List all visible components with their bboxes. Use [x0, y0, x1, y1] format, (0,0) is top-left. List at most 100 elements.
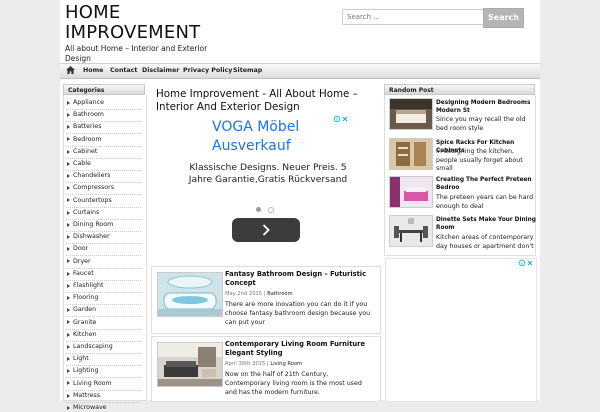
category-divider	[66, 255, 141, 257]
category-divider	[66, 328, 141, 330]
category-divider	[66, 109, 141, 110]
sidebar-ad[interactable]	[385, 258, 537, 402]
post-meta: May 2nd 2015 | Bathroom	[225, 291, 293, 297]
random-post-excerpt: In designing the kitchen, people usually…	[436, 148, 523, 172]
random-post-thumbnail[interactable]	[389, 176, 433, 208]
chevron-right-icon	[67, 344, 70, 349]
category-divider	[66, 133, 141, 135]
category-link[interactable]: Batteries	[73, 123, 101, 131]
chevron-right-icon	[67, 149, 70, 154]
chevron-right-icon	[67, 186, 70, 191]
category-link[interactable]: Compressors	[73, 184, 114, 192]
chevron-right-icon	[67, 332, 70, 337]
ad-next-button[interactable]	[232, 218, 300, 242]
category-divider	[66, 340, 141, 342]
category-link[interactable]: Bedroom	[73, 136, 101, 144]
category-divider	[66, 170, 141, 171]
category-link[interactable]: Kitchen	[73, 331, 97, 339]
chevron-right-icon	[67, 113, 70, 117]
category-divider	[66, 231, 141, 232]
category-link[interactable]: Landscaping	[73, 343, 113, 351]
random-post-thumbnail[interactable]	[389, 98, 433, 130]
category-link[interactable]: Dining Room	[73, 221, 113, 229]
category-link[interactable]: Flooring	[73, 294, 98, 302]
category-link[interactable]: Cabinet	[73, 148, 97, 156]
chevron-right-icon	[67, 222, 70, 227]
post-thumbnail[interactable]	[157, 342, 223, 387]
category-divider	[66, 304, 141, 306]
search-button[interactable]: Search	[483, 8, 524, 28]
category-link[interactable]: Faucet	[73, 270, 94, 278]
category-link[interactable]: Light	[73, 355, 89, 363]
category-link[interactable]: Dishwasher	[73, 233, 110, 241]
category-link[interactable]: Bathroom	[73, 111, 104, 119]
random-post-title[interactable]: Dinette Sets Make Your Dining Room	[436, 216, 536, 232]
chevron-right-icon	[67, 357, 70, 361]
ad-title[interactable]: VOGA Möbel Ausverkauf	[212, 118, 360, 156]
home-icon[interactable]	[66, 66, 75, 74]
category-divider	[66, 121, 141, 123]
category-link[interactable]: Appliance	[73, 99, 104, 107]
category-link[interactable]: Chandeliers	[73, 172, 110, 180]
chevron-right-icon	[67, 161, 70, 166]
category-link[interactable]: Garden	[73, 306, 96, 314]
category-divider	[66, 292, 141, 293]
chevron-right-icon	[67, 308, 70, 313]
chevron-right-icon	[67, 393, 70, 398]
chevron-right-icon	[67, 235, 70, 239]
chevron-right-icon	[67, 198, 70, 203]
site-title-line2: IMPROVEMENT	[65, 22, 201, 43]
random-post-title[interactable]: Designing Modern Bedrooms Modern St	[436, 99, 536, 115]
category-link[interactable]: Cable	[73, 160, 91, 168]
chevron-right-icon	[67, 259, 70, 264]
random-post-excerpt: Kitchen areas of contemporary day houses…	[436, 234, 534, 250]
category-divider	[66, 157, 141, 159]
category-link[interactable]: Lighting	[73, 367, 98, 375]
category-divider	[66, 194, 141, 196]
post-category-link[interactable]: Living Room	[270, 361, 302, 367]
category-divider	[66, 145, 141, 147]
random-post-thumbnail[interactable]	[389, 138, 433, 170]
chevron-right-icon	[67, 320, 70, 325]
post-title[interactable]: Fantasy Bathroom Design – Futuristic Con…	[225, 270, 375, 288]
category-divider	[66, 377, 141, 379]
category-link[interactable]: Flashlight	[73, 282, 103, 290]
category-link[interactable]: Curtains	[73, 209, 99, 217]
site-title[interactable]: HOME IMPROVEMENT	[65, 3, 200, 43]
category-link[interactable]: Microwave	[73, 404, 107, 412]
random-post-title[interactable]: Creating The Perfect Preteen Bedroo	[436, 176, 536, 192]
nav-privacy-policy[interactable]: Privacy Policy	[183, 66, 232, 75]
nav-home[interactable]: Home	[83, 66, 103, 75]
random-post-thumbnail[interactable]	[389, 215, 433, 247]
search-input[interactable]	[342, 9, 486, 25]
post-thumbnail[interactable]	[157, 272, 223, 317]
category-divider	[66, 389, 141, 391]
chevron-right-icon	[67, 405, 70, 410]
post-meta: April 30th 2015 | Living Room	[225, 361, 303, 367]
category-divider	[66, 401, 141, 403]
ad-carousel-dot-active[interactable]	[256, 207, 261, 212]
category-link[interactable]: Mattress	[73, 392, 100, 400]
ad-carousel-dot[interactable]	[268, 207, 274, 213]
site-title-line1: HOME	[65, 2, 121, 23]
category-divider	[66, 353, 141, 354]
post-title[interactable]: Contemporary Living Room Furniture Elega…	[225, 340, 375, 358]
category-divider	[66, 279, 141, 281]
chevron-right-icon	[262, 224, 270, 236]
chevron-right-icon	[67, 100, 70, 105]
chevron-right-icon	[67, 369, 70, 374]
category-divider	[66, 316, 141, 318]
category-link[interactable]: Countertops	[73, 197, 112, 205]
category-link[interactable]: Door	[73, 245, 88, 253]
nav-disclaimer[interactable]: Disclaimer	[142, 66, 179, 75]
ad-info-icon[interactable]	[518, 259, 534, 267]
category-link[interactable]: Dryer	[73, 258, 91, 266]
category-link[interactable]: Living Room	[73, 380, 112, 388]
random-post-heading: Random Post	[384, 84, 535, 95]
nav-sitemap[interactable]: Sitemap	[233, 66, 262, 75]
category-link[interactable]: Granite	[73, 319, 96, 327]
nav-contact[interactable]: Contact	[110, 66, 137, 75]
chevron-right-icon	[67, 381, 70, 386]
post-category-link[interactable]: Bathroom	[267, 291, 292, 297]
site-tagline: All about Home – Interior and Exterior D…	[65, 44, 208, 63]
